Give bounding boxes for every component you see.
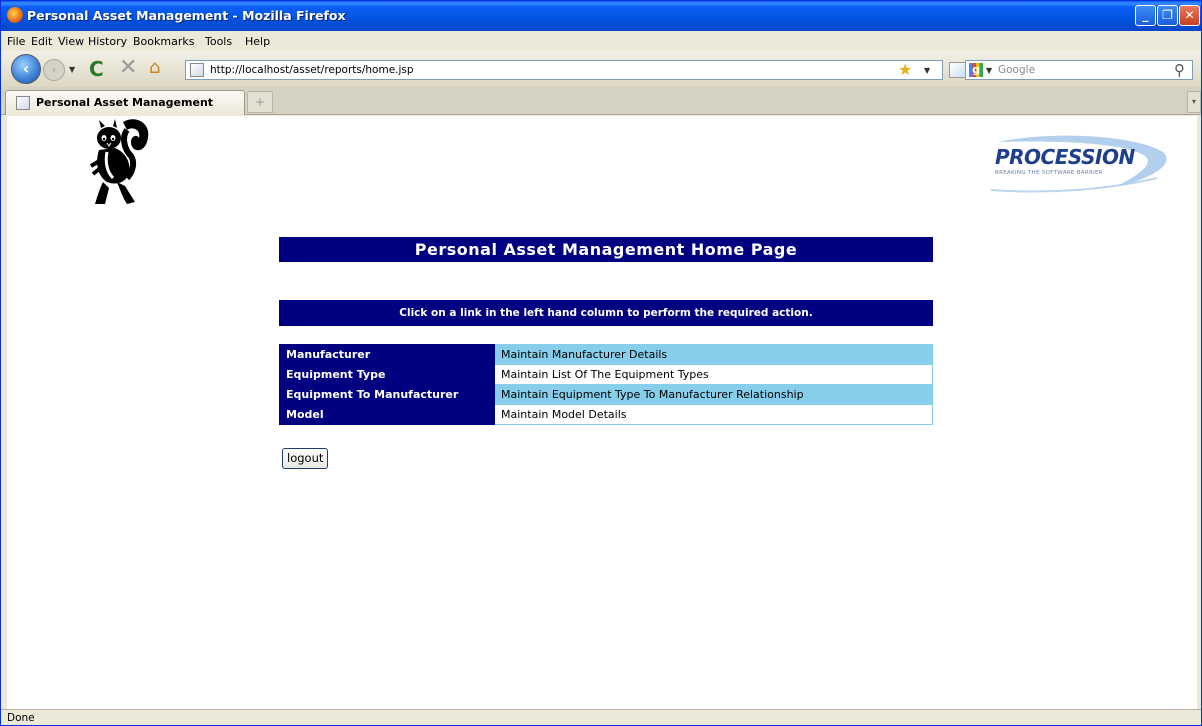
minimize-button[interactable]: _ <box>1135 5 1156 26</box>
page-content: PROCESSION BREAKING THE SOFTWARE BARRIER… <box>7 116 1197 709</box>
status-text: Done <box>7 712 35 724</box>
url-text[interactable]: http://localhost/asset/reports/home.jsp <box>210 64 414 76</box>
maximize-button[interactable]: ❐ <box>1157 5 1178 26</box>
url-dropdown-icon[interactable]: ▼ <box>924 66 930 75</box>
logo-brand-text: PROCESSION <box>995 145 1135 169</box>
back-button[interactable]: ‹ <box>11 54 41 84</box>
search-placeholder[interactable]: Google <box>998 64 1035 76</box>
google-icon[interactable]: g <box>969 63 983 77</box>
row-description: Maintain Equipment Type To Manufacturer … <box>494 384 933 405</box>
row-description: Maintain Manufacturer Details <box>494 344 933 365</box>
manufacturer-link[interactable]: Manufacturer <box>279 344 495 365</box>
search-icon[interactable]: ⚲ <box>1174 61 1185 79</box>
forward-button[interactable]: › <box>43 59 65 81</box>
menu-history[interactable]: History <box>88 35 127 48</box>
engine-dropdown-icon[interactable]: ▼ <box>986 66 992 75</box>
menu-view[interactable]: View <box>58 35 84 48</box>
menu-file[interactable]: File <box>7 35 25 48</box>
new-tab-button[interactable]: + <box>247 91 273 113</box>
model-link[interactable]: Model <box>279 404 495 425</box>
bookmark-star-icon[interactable]: ★ <box>898 61 912 79</box>
menu-edit[interactable]: Edit <box>31 35 52 48</box>
row-description: Maintain Model Details <box>494 404 933 425</box>
page-favicon-icon <box>190 63 204 77</box>
instruction-banner: Click on a link in the left hand column … <box>279 300 933 326</box>
navigation-toolbar: ‹ › ▼ C ✕ ⌂ http://localhost/asset/repor… <box>1 51 1201 87</box>
home-icon[interactable]: ⌂ <box>149 58 160 78</box>
tab-favicon-icon <box>16 96 30 110</box>
procession-logo: PROCESSION BREAKING THE SOFTWARE BARRIER <box>987 134 1177 196</box>
table-row: Manufacturer Maintain Manufacturer Detai… <box>279 344 933 365</box>
row-description: Maintain List Of The Equipment Types <box>494 364 933 385</box>
skunk-logo-icon <box>89 119 149 204</box>
menu-bookmarks[interactable]: Bookmarks <box>133 35 194 48</box>
status-bar: Done <box>1 709 1201 725</box>
tab-personal-asset-management[interactable]: Personal Asset Management <box>5 90 245 115</box>
search-box[interactable]: g ▼ Google ⚲ <box>965 60 1193 80</box>
logout-button[interactable]: logout <box>282 448 329 469</box>
logo-tagline: BREAKING THE SOFTWARE BARRIER <box>995 170 1103 176</box>
window-title: Personal Asset Management - Mozilla Fire… <box>27 8 346 23</box>
table-row: Equipment Type Maintain List Of The Equi… <box>279 364 933 385</box>
equipment-to-manufacturer-link[interactable]: Equipment To Manufacturer <box>279 384 495 405</box>
equipment-type-link[interactable]: Equipment Type <box>279 364 495 385</box>
menu-bar: File Edit View History Bookmarks Tools H… <box>1 31 1201 51</box>
tab-strip: Personal Asset Management + ▾ <box>1 87 1201 115</box>
table-row: Model Maintain Model Details <box>279 404 933 425</box>
firefox-icon <box>7 7 23 23</box>
actions-table: Manufacturer Maintain Manufacturer Detai… <box>279 344 933 425</box>
tab-label[interactable]: Personal Asset Management <box>36 96 213 109</box>
browser-window: Personal Asset Management - Mozilla Fire… <box>0 0 1202 726</box>
page-title: Personal Asset Management Home Page <box>279 237 933 262</box>
table-row: Equipment To Manufacturer Maintain Equip… <box>279 384 933 405</box>
close-button[interactable]: ✕ <box>1179 5 1200 26</box>
tab-list-icon[interactable]: ▾ <box>1187 91 1201 113</box>
history-dropdown-icon[interactable]: ▼ <box>69 65 75 74</box>
menu-tools[interactable]: Tools <box>205 35 232 48</box>
address-bar[interactable]: http://localhost/asset/reports/home.jsp … <box>185 60 943 80</box>
stop-icon[interactable]: ✕ <box>119 57 137 79</box>
reload-icon[interactable]: C <box>89 59 104 79</box>
title-bar: Personal Asset Management - Mozilla Fire… <box>1 1 1201 31</box>
menu-help[interactable]: Help <box>245 35 270 48</box>
